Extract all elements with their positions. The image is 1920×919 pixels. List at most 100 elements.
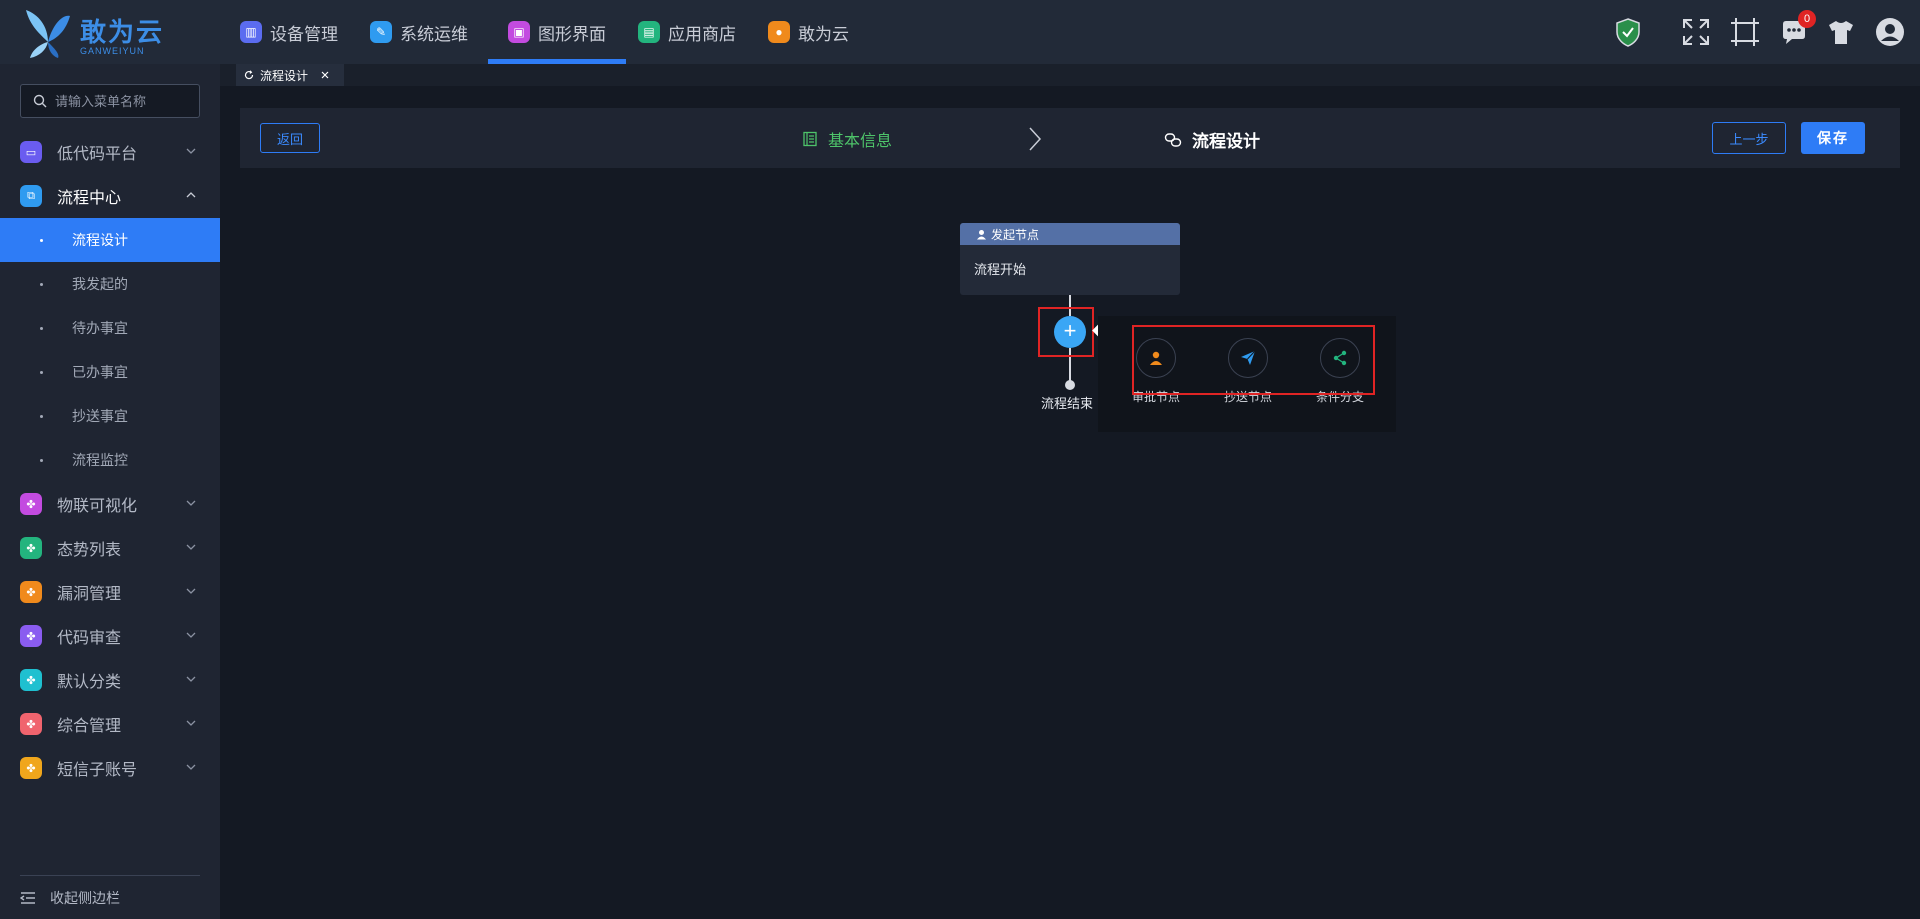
- top-bar: 敢为云 GANWEIYUN ▥ 设备管理 ✎ 系统运维 ▣ 图形界面 ▤ 应用商…: [0, 0, 1920, 64]
- collapse-sidebar-button[interactable]: 收起侧边栏: [20, 875, 200, 919]
- sidebar-item-general[interactable]: ✤ 综合管理: [0, 702, 220, 746]
- step-label: 基本信息: [828, 133, 893, 150]
- sidebar-item-vuln[interactable]: ✤ 漏洞管理: [0, 570, 220, 614]
- start-node-body: 流程开始: [974, 262, 1027, 277]
- sidebar-item-iot[interactable]: ✤ 物联可视化: [0, 482, 220, 526]
- nav-item-store[interactable]: ▤ 应用商店: [626, 0, 756, 64]
- sidebar-item-label: 短信子账号: [57, 762, 138, 779]
- chevron-down-icon: [186, 676, 196, 682]
- clover-icon: ✤: [20, 669, 42, 691]
- messages-button[interactable]: 0: [1778, 10, 1816, 48]
- top-nav: ▥ 设备管理 ✎ 系统运维 ▣ 图形界面 ▤ 应用商店 ● 敢为云: [228, 0, 869, 64]
- sidebar-sub-cc[interactable]: 抄送事宜: [0, 394, 220, 438]
- nav-item-label: 敢为云: [798, 24, 849, 44]
- message-count-badge: 0: [1798, 10, 1816, 28]
- sidebar-item-label: 低代码平台: [57, 146, 138, 163]
- tab-label: 流程设计: [260, 68, 309, 83]
- step-header: 返回 基本信息 流程设计 上一步 保存: [240, 108, 1900, 168]
- chevron-down-icon: [186, 632, 196, 638]
- sidebar-item-label: 流程中心: [57, 190, 122, 207]
- highlight-box-options: [1132, 325, 1375, 395]
- wrench-icon: ✎: [370, 21, 392, 43]
- sidebar-sub-done[interactable]: 已办事宜: [0, 350, 220, 394]
- start-node-title: 发起节点: [991, 227, 1040, 242]
- sidebar-item-label: 默认分类: [57, 674, 122, 691]
- nav-item-label: 系统运维: [400, 24, 468, 44]
- clover-icon: ✤: [20, 537, 42, 559]
- chevron-right-icon: [1029, 127, 1042, 151]
- sidebar-item-codereview[interactable]: ✤ 代码审查: [0, 614, 220, 658]
- nav-item-graphic[interactable]: ▣ 图形界面: [488, 0, 626, 64]
- chevron-down-icon: [186, 544, 196, 550]
- butterfly-logo-icon: [26, 10, 70, 58]
- clover-icon: ✤: [20, 581, 42, 603]
- sidebar-item-sms[interactable]: ✤ 短信子账号: [0, 746, 220, 790]
- fullscreen-icon[interactable]: [1680, 16, 1712, 48]
- sidebar-item-lowcode[interactable]: ▭ 低代码平台: [0, 130, 220, 174]
- clover-icon: ✤: [20, 625, 42, 647]
- lowcode-icon: ▭: [20, 141, 42, 163]
- screen-icon: ▣: [508, 21, 530, 43]
- sidebar-item-label: 物联可视化: [57, 498, 138, 515]
- tab-process-design[interactable]: 流程设计: [236, 64, 345, 86]
- tab-bar: 流程设计: [220, 64, 1920, 86]
- clover-icon: ✤: [20, 713, 42, 735]
- theme-shirt-icon[interactable]: [1825, 16, 1857, 48]
- sidebar-item-default[interactable]: ✤ 默认分类: [0, 658, 220, 702]
- sidebar-item-process[interactable]: ⧉ 流程中心: [0, 174, 220, 218]
- sidebar-sub-monitor[interactable]: 流程监控: [0, 438, 220, 482]
- document-icon: [803, 131, 817, 147]
- device-icon: ▥: [240, 21, 262, 43]
- menu-search: [20, 84, 200, 118]
- chevron-up-icon: [186, 192, 196, 198]
- store-icon: ▤: [638, 21, 660, 43]
- refresh-icon[interactable]: [244, 70, 254, 80]
- step-process-design[interactable]: 流程设计: [1164, 127, 1260, 152]
- sidebar-item-label: 漏洞管理: [57, 586, 122, 603]
- menu-search-input[interactable]: [55, 93, 195, 109]
- nav-item-ops[interactable]: ✎ 系统运维: [358, 0, 488, 64]
- sidebar-sub-design[interactable]: 流程设计: [0, 218, 220, 262]
- clover-icon: ✤: [20, 493, 42, 515]
- save-button[interactable]: 保存: [1801, 122, 1865, 154]
- back-button[interactable]: 返回: [260, 123, 320, 153]
- chevron-down-icon: [186, 720, 196, 726]
- chevron-down-icon: [186, 148, 196, 154]
- step-basic-info[interactable]: 基本信息: [802, 127, 892, 151]
- collapse-label: 收起侧边栏: [50, 889, 120, 906]
- previous-step-button[interactable]: 上一步: [1712, 122, 1786, 154]
- app-title: 敢为云: [80, 17, 165, 47]
- sidebar-item-label: 态势列表: [57, 542, 122, 559]
- sidebar: ▭ 低代码平台 ⧉ 流程中心 流程设计 我发起的 待办事宜 已办事宜 抄送事宜 …: [0, 64, 220, 919]
- user-avatar-icon[interactable]: [1874, 16, 1906, 48]
- link-icon: [1164, 132, 1182, 147]
- nav-item-device[interactable]: ▥ 设备管理: [228, 0, 358, 64]
- sidebar-item-label: 代码审查: [57, 630, 122, 647]
- shield-icon[interactable]: [1612, 16, 1644, 48]
- chevron-down-icon: [186, 500, 196, 506]
- highlight-box-add: [1038, 307, 1094, 357]
- clover-icon: ✤: [20, 757, 42, 779]
- search-icon: [33, 94, 47, 108]
- nav-item-cloud[interactable]: ● 敢为云: [756, 0, 869, 64]
- step-label: 流程设计: [1192, 132, 1260, 151]
- start-node[interactable]: 发起节点 流程开始: [960, 223, 1180, 295]
- sidebar-item-label: 综合管理: [57, 718, 122, 735]
- sidebar-sub-todo[interactable]: 待办事宜: [0, 306, 220, 350]
- fox-icon: ●: [768, 21, 790, 43]
- sidebar-sub-initiated[interactable]: 我发起的: [0, 262, 220, 306]
- start-node-header: 发起节点: [960, 223, 1180, 245]
- app-subtitle: GANWEIYUN: [80, 46, 145, 56]
- sidebar-item-situation[interactable]: ✤ 态势列表: [0, 526, 220, 570]
- nav-item-label: 设备管理: [270, 24, 338, 44]
- nav-item-label: 图形界面: [538, 24, 606, 44]
- nav-item-label: 应用商店: [668, 24, 736, 44]
- collapse-menu-icon: [20, 891, 35, 904]
- chevron-down-icon: [186, 764, 196, 770]
- user-icon: [977, 229, 986, 239]
- screenshot-icon[interactable]: [1729, 16, 1761, 48]
- close-icon[interactable]: [320, 70, 330, 80]
- sidebar-menu: ▭ 低代码平台 ⧉ 流程中心 流程设计 我发起的 待办事宜 已办事宜 抄送事宜 …: [0, 130, 220, 790]
- app-logo[interactable]: 敢为云 GANWEIYUN: [18, 4, 168, 60]
- end-node-label: 流程结束: [1041, 396, 1094, 411]
